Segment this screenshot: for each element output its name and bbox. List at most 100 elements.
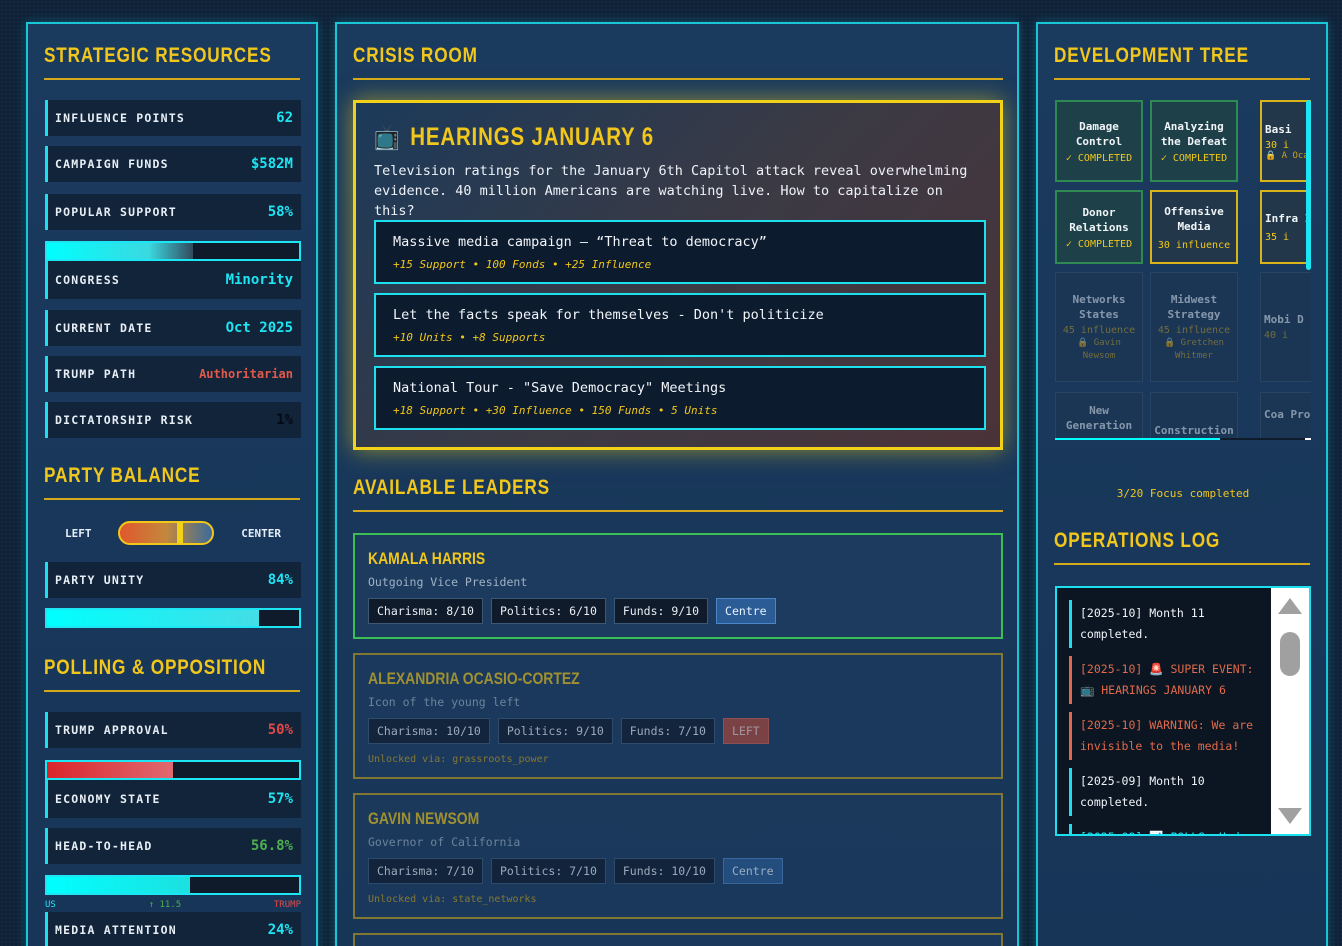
node-donor-relations[interactable]: Donor Relations ✓ COMPLETED xyxy=(1055,190,1143,264)
node-requirement: 🔒 Gretchen Whitmer xyxy=(1164,337,1224,361)
leader-subtitle: Governor of California xyxy=(368,835,521,849)
node-name: New Generation xyxy=(1065,404,1133,432)
balance-slider[interactable] xyxy=(118,521,215,545)
stat-value: 50% xyxy=(267,722,293,738)
resources-title: STRATEGIC RESOURCES xyxy=(44,44,272,67)
charisma-chip: Charisma: 10/10 xyxy=(368,718,490,744)
stat-value: Minority xyxy=(225,272,293,288)
focus-completed-text: 3/20 Focus completed xyxy=(1116,487,1250,500)
h2h-us-label: US xyxy=(45,900,56,910)
node-cost: 45 influence xyxy=(1062,324,1136,336)
stat-trump-approval: TRUMP APPROVAL 50% xyxy=(45,712,301,748)
crisis-panel: CRISIS ROOM 📺 HEARINGS JANUARY 6 Televis… xyxy=(335,22,1019,946)
stat-value: Authoritarian xyxy=(199,367,293,381)
support-bar-fill xyxy=(47,243,194,259)
node-status: ✓ COMPLETED xyxy=(1065,238,1133,250)
node-cost: 30 influence xyxy=(1157,239,1231,251)
stat-label: CAMPAIGN FUNDS xyxy=(55,157,169,171)
option-media-campaign[interactable]: Massive media campaign – “Threat to demo… xyxy=(374,220,986,284)
stat-label: INFLUENCE POINTS xyxy=(55,111,185,125)
leader-card-harris[interactable]: KAMALA HARRIS Outgoing Vice President Ch… xyxy=(353,533,1003,639)
node-new-generation[interactable]: New Generation xyxy=(1055,392,1143,440)
stat-influence: INFLUENCE POINTS 62 xyxy=(45,100,301,136)
node-offensive-media[interactable]: Offensive Media 30 influence xyxy=(1150,190,1238,264)
stat-support: POPULAR SUPPORT 58% xyxy=(45,194,301,230)
divider xyxy=(44,498,300,500)
stat-label: HEAD-TO-HEAD xyxy=(55,839,153,853)
stat-value: 62 xyxy=(276,110,293,126)
option-title: Let the facts speak for themselves - Don… xyxy=(393,307,824,323)
node-status: ✓ COMPLETED xyxy=(1065,152,1133,164)
ideology-tag: LEFT xyxy=(722,718,769,744)
stat-date: CURRENT DATE Oct 2025 xyxy=(45,310,301,346)
node-name: Basi xyxy=(1265,122,1292,136)
stat-label: ECONOMY STATE xyxy=(55,792,161,806)
event-title: HEARINGS JANUARY 6 xyxy=(410,122,654,151)
leader-subtitle: Outgoing Vice President xyxy=(368,575,528,589)
divider xyxy=(44,690,300,692)
log-scrollbar[interactable] xyxy=(1271,588,1309,834)
divider xyxy=(353,510,1003,512)
h2h-trump-label: TRUMP xyxy=(273,900,301,910)
node-damage-control[interactable]: Damage Control ✓ COMPLETED xyxy=(1055,100,1143,182)
scroll-thumb[interactable] xyxy=(1280,632,1300,676)
balance-right-label: CENTER xyxy=(241,526,281,540)
development-tree[interactable]: Damage Control ✓ COMPLETED Analyzing the… xyxy=(1055,100,1311,440)
stat-value: $582M xyxy=(250,156,293,172)
stat-head-to-head: HEAD-TO-HEAD 56.8% xyxy=(45,828,301,864)
node-cost: 45 influence xyxy=(1157,324,1231,336)
divider xyxy=(1054,563,1310,565)
node-construction[interactable]: Construction xyxy=(1150,392,1238,440)
balance-marker[interactable] xyxy=(177,522,184,544)
scroll-down-icon[interactable] xyxy=(1278,808,1302,824)
unity-bar xyxy=(45,608,301,628)
event-header: 📺 HEARINGS JANUARY 6 xyxy=(374,121,873,153)
leader-name: ALEXANDRIA OCASIO-CORTEZ xyxy=(368,669,580,688)
node-name: Midwest Strategy xyxy=(1167,292,1221,321)
stat-label: DICTATORSHIP RISK xyxy=(55,413,194,427)
node-name: Analyzing the Defeat xyxy=(1160,119,1228,148)
node-mobilization[interactable]: Mobi D 40 i xyxy=(1260,272,1311,382)
vertical-scrollbar[interactable] xyxy=(1306,100,1311,270)
node-name: Damage Control xyxy=(1075,119,1123,148)
politics-chip: Politics: 6/10 xyxy=(490,598,606,624)
operations-log-title: OPERATIONS LOG xyxy=(1054,529,1221,552)
leader-card-newsom[interactable]: GAVIN NEWSOM Governor of California Char… xyxy=(353,793,1003,919)
focus-progress-fill xyxy=(1055,438,1221,440)
charisma-chip: Charisma: 7/10 xyxy=(368,858,483,884)
node-basic[interactable]: Basi 30 i 🔒 A Ocas xyxy=(1260,100,1311,182)
node-analyzing-defeat[interactable]: Analyzing the Defeat ✓ COMPLETED xyxy=(1150,100,1238,182)
event-description: Television ratings for the January 6th C… xyxy=(374,163,968,219)
operations-log[interactable]: [2025-10] Month 11 completed. [2025-10] … xyxy=(1055,586,1311,836)
option-national-tour[interactable]: National Tour - "Save Democracy" Meeting… xyxy=(374,366,986,430)
leader-card-next[interactable] xyxy=(353,933,1003,946)
funds-chip: Funds: 10/10 xyxy=(613,858,715,884)
log-entry: [2025-09] Month 10 completed. xyxy=(1069,768,1259,816)
leader-stats: Charisma: 10/10 Politics: 9/10 Funds: 7/… xyxy=(368,718,988,744)
node-midwest-strategy[interactable]: Midwest Strategy 45 influence 🔒 Gretchen… xyxy=(1150,272,1238,382)
stat-media: MEDIA ATTENTION 24% xyxy=(45,912,301,946)
stat-dictatorship-risk: DICTATORSHIP RISK 1% xyxy=(45,402,301,438)
option-facts[interactable]: Let the facts speak for themselves - Don… xyxy=(374,293,986,357)
node-coalition[interactable]: Coa Proc xyxy=(1260,392,1311,440)
stat-label: MEDIA ATTENTION xyxy=(55,923,177,937)
leader-name: GAVIN NEWSOM xyxy=(368,809,480,828)
party-balance: LEFT CENTER xyxy=(45,520,301,546)
leader-stats: Charisma: 7/10 Politics: 7/10 Funds: 10/… xyxy=(368,858,988,884)
node-infrastructure[interactable]: Infra I 35 i xyxy=(1260,190,1311,264)
charisma-chip: Charisma: 8/10 xyxy=(368,598,483,624)
stat-label: TRUMP PATH xyxy=(55,367,137,381)
node-cost: 35 i xyxy=(1265,232,1290,243)
scroll-up-icon[interactable] xyxy=(1278,598,1302,614)
h2h-bar xyxy=(45,875,301,895)
leader-stats: Charisma: 8/10 Politics: 6/10 Funds: 9/1… xyxy=(368,598,988,624)
node-status: ✓ COMPLETED xyxy=(1160,152,1228,164)
node-requirement: 🔒 Gavin Newsom xyxy=(1077,337,1121,361)
stat-value: 58% xyxy=(267,204,293,220)
stat-value: 24% xyxy=(267,922,293,938)
node-networks-states[interactable]: Networks States 45 influence 🔒 Gavin New… xyxy=(1055,272,1143,382)
leaders-title: AVAILABLE LEADERS xyxy=(353,476,550,499)
horizontal-scrollbar[interactable] xyxy=(1305,438,1311,440)
leader-card-aoc[interactable]: ALEXANDRIA OCASIO-CORTEZ Icon of the you… xyxy=(353,653,1003,779)
strategic-panel: STRATEGIC RESOURCES INFLUENCE POINTS 62 … xyxy=(26,22,318,946)
